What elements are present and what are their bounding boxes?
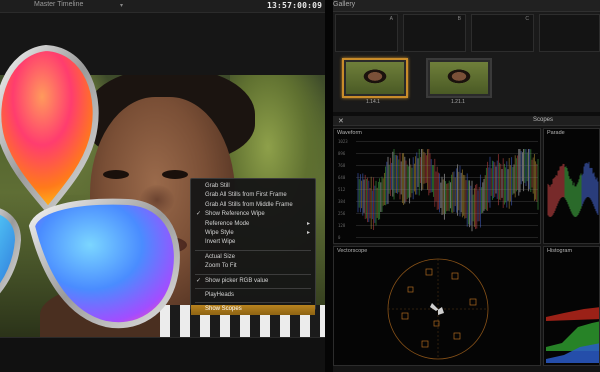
memory-slot-label: C bbox=[525, 16, 529, 22]
timeline-name[interactable]: Master Timeline bbox=[34, 1, 83, 8]
menu-item-grab-all-middle[interactable]: Grab All Stills from Middle Frame bbox=[191, 201, 315, 210]
menu-item-show-scopes[interactable]: Show Scopes bbox=[191, 305, 315, 315]
check-icon: ✓ bbox=[196, 211, 202, 218]
menu-separator bbox=[195, 302, 311, 304]
still-label: 1.21.1 bbox=[451, 99, 465, 105]
context-menu: Grab Still Grab All Stills from First Fr… bbox=[190, 178, 316, 315]
waveform-tick-label: 256 bbox=[338, 210, 346, 216]
gallery-header: Gallery bbox=[333, 0, 600, 12]
gallery-still-1[interactable] bbox=[342, 58, 408, 98]
menu-separator bbox=[195, 273, 311, 275]
waveform-gridline bbox=[356, 237, 538, 238]
waveform-gridline bbox=[356, 177, 538, 178]
menu-item-grab-all-first[interactable]: Grab All Stills from First Frame bbox=[191, 191, 315, 200]
gallery-panel: Gallery A B C 1.14.1 1.21.1 bbox=[333, 0, 600, 112]
vectorscope-graticule bbox=[387, 258, 489, 360]
app-logo bbox=[0, 44, 180, 329]
gallery-still-2[interactable] bbox=[426, 58, 492, 98]
menu-item-label: Invert Wipe bbox=[205, 239, 236, 246]
menu-item-playheads[interactable]: PlayHeads bbox=[191, 291, 315, 300]
parade-scope[interactable]: Parade bbox=[543, 128, 600, 244]
waveform-gridline bbox=[356, 201, 538, 202]
waveform-trace bbox=[357, 149, 539, 232]
gallery-title: Gallery bbox=[333, 1, 356, 8]
menu-separator bbox=[195, 287, 311, 289]
logo-red-petal bbox=[0, 44, 99, 215]
waveform-gridline bbox=[356, 141, 538, 142]
menu-item-label: Wipe Style bbox=[205, 229, 234, 236]
memory-slot-label: B bbox=[457, 16, 461, 22]
menu-item-label: Show Scopes bbox=[205, 306, 242, 313]
menu-separator bbox=[195, 249, 311, 251]
menu-item-label: Grab Still bbox=[205, 183, 230, 189]
logo-cyan-petal bbox=[0, 208, 22, 294]
menu-item-wipe-style[interactable]: Wipe Style ▸ bbox=[191, 229, 315, 238]
menu-item-zoom-to-fit[interactable]: Zoom To Fit bbox=[191, 262, 315, 271]
viewer-bottombar bbox=[0, 337, 325, 372]
submenu-arrow-icon: ▸ bbox=[306, 220, 310, 227]
waveform-tick-label: 128 bbox=[338, 222, 346, 228]
menu-item-label: Zoom To Fit bbox=[205, 263, 237, 270]
waveform-gridline bbox=[356, 165, 538, 166]
memory-slot-label: A bbox=[389, 16, 393, 22]
waveform-gridline bbox=[356, 153, 538, 154]
menu-item-label: Grab All Stills from First Frame bbox=[205, 192, 287, 199]
parade-trace bbox=[547, 161, 599, 217]
menu-item-grab-still[interactable]: Grab Still bbox=[191, 182, 315, 191]
timecode: 13:57:00:09 bbox=[267, 1, 323, 10]
memory-slot-a[interactable]: A bbox=[335, 14, 398, 52]
still-label: 1.14.1 bbox=[366, 99, 380, 105]
viewer-topbar: Master Timeline ▾ 13:57:00:09 bbox=[0, 0, 325, 13]
menu-item-show-picker-rgb[interactable]: ✓ Show picker RGB value bbox=[191, 277, 315, 286]
memory-slot-empty[interactable] bbox=[539, 14, 600, 52]
menu-item-label: Reference Mode bbox=[205, 220, 250, 227]
memory-slot-c[interactable]: C bbox=[471, 14, 534, 52]
menu-item-label: PlayHeads bbox=[205, 291, 235, 298]
waveform-tick-label: 0 bbox=[338, 234, 341, 240]
scopes-header: ✕ Scopes bbox=[333, 116, 600, 126]
waveform-scope[interactable]: Waveform 1023 896 768 640 512 384 256 128 0 bbox=[333, 128, 541, 244]
waveform-tick-label: 896 bbox=[338, 150, 346, 156]
memory-slot-b[interactable]: B bbox=[403, 14, 466, 52]
scopes-title: Scopes bbox=[533, 117, 554, 123]
waveform-tick-label: 768 bbox=[338, 162, 346, 168]
menu-item-label: Actual Size bbox=[205, 253, 236, 260]
close-icon[interactable]: ✕ bbox=[338, 117, 344, 125]
submenu-arrow-icon: ▸ bbox=[306, 229, 310, 236]
still-thumbnail bbox=[346, 62, 404, 94]
menu-item-invert-wipe[interactable]: Invert Wipe bbox=[191, 238, 315, 247]
waveform-tick-label: 640 bbox=[338, 174, 346, 180]
waveform-gridline bbox=[356, 225, 538, 226]
waveform-tick-label: 1023 bbox=[338, 138, 348, 144]
scopes-panel: ✕ Scopes Waveform 1023 896 768 640 512 384 256… bbox=[333, 116, 600, 372]
menu-item-label: Show Reference Wipe bbox=[205, 211, 265, 218]
menu-item-label: Grab All Stills from Middle Frame bbox=[205, 201, 293, 208]
histogram-scope[interactable]: Histogram bbox=[543, 246, 600, 366]
waveform-tick-label: 384 bbox=[338, 198, 346, 204]
chevron-down-icon[interactable]: ▾ bbox=[120, 2, 123, 9]
waveform-gridline bbox=[356, 213, 538, 214]
check-icon: ✓ bbox=[196, 277, 202, 284]
menu-item-reference-mode[interactable]: Reference Mode ▸ bbox=[191, 220, 315, 229]
waveform-gridline bbox=[356, 189, 538, 190]
vectorscope[interactable]: Vectorscope bbox=[333, 246, 541, 366]
menu-item-label: Show picker RGB value bbox=[205, 277, 269, 284]
histogram-trace bbox=[546, 307, 599, 363]
menu-item-actual-size[interactable]: Actual Size bbox=[191, 253, 315, 262]
logo-blue-petal bbox=[28, 198, 180, 329]
waveform-tick-label: 512 bbox=[338, 186, 346, 192]
panel-divider[interactable] bbox=[325, 0, 333, 372]
still-thumbnail bbox=[430, 62, 488, 94]
menu-item-show-reference-wipe[interactable]: ✓ Show Reference Wipe bbox=[191, 210, 315, 219]
